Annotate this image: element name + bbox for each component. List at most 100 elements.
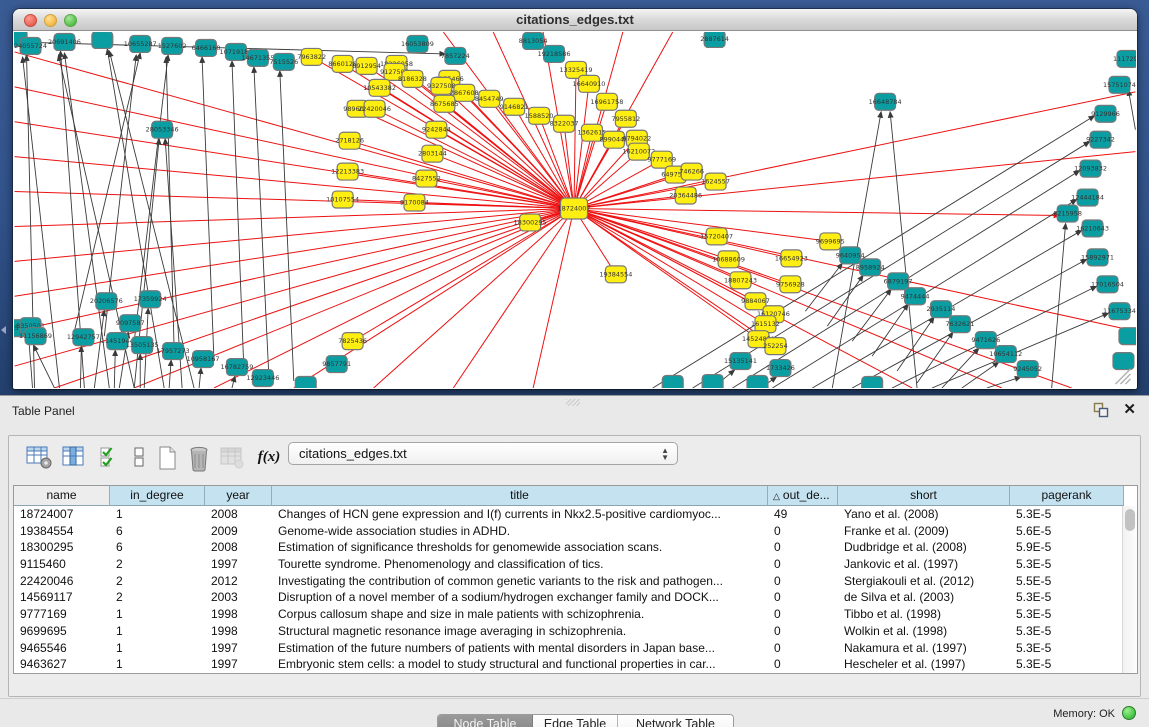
table-cell[interactable]: 1997 (205, 640, 272, 657)
graph-node[interactable]: 16961758 (590, 93, 623, 110)
table-cell[interactable]: 2009 (205, 523, 272, 540)
graph-node[interactable]: 10655287 (124, 35, 157, 52)
table-cell[interactable]: 18724007 (14, 506, 110, 523)
graph-node[interactable]: 8912954 (352, 57, 381, 74)
graph-node[interactable]: 9471626 (971, 332, 1000, 349)
graph-node[interactable]: 2803144 (418, 145, 447, 162)
memory-ok-indicator-icon[interactable] (1122, 706, 1136, 720)
table-cell[interactable]: 19384554 (14, 523, 110, 540)
table-cell[interactable]: 5.3E-5 (1010, 506, 1122, 523)
table-cell[interactable]: 9465546 (14, 640, 110, 657)
graph-node[interactable]: 28053346 (146, 121, 179, 138)
select-rows-check-icon[interactable] (95, 445, 123, 471)
graph-edge-black[interactable] (872, 304, 908, 356)
table-cell[interactable]: 1997 (205, 556, 272, 573)
graph-edge-black[interactable] (693, 142, 1090, 388)
close-panel-icon[interactable]: ✕ (1123, 400, 1136, 418)
graph-node[interactable]: 17016504 (1091, 276, 1124, 293)
graph-node[interactable]: 252254 (763, 338, 788, 355)
table-cell[interactable]: 1 (110, 640, 205, 657)
graph-edge-red[interactable] (15, 209, 574, 332)
graph-node[interactable]: 1733426 (766, 360, 795, 377)
table-cell[interactable]: Tourette syndrome. Phenomenology and cla… (272, 556, 768, 573)
table-cell[interactable]: Jankovic et al. (1997) (838, 556, 1010, 573)
column-header-in_degree[interactable]: in_degree (110, 486, 205, 506)
graph-edge-red[interactable] (533, 209, 574, 388)
column-header-pagerank[interactable]: pagerank (1010, 486, 1124, 506)
graph-edge-red[interactable] (574, 92, 1135, 209)
graph-edge-black[interactable] (94, 310, 104, 388)
table-row[interactable]: 969969511998Structural magnetic resonanc… (14, 623, 1122, 640)
graph-node[interactable]: 8427552 (412, 170, 441, 187)
table-cell[interactable]: 0 (768, 623, 838, 640)
table-row[interactable]: 946554611997Estimation of the future num… (14, 640, 1122, 657)
graph-node[interactable]: 20691406 (48, 33, 81, 50)
graph-edge-red[interactable] (574, 209, 1060, 216)
table-cell[interactable]: 0 (768, 640, 838, 657)
graph-node[interactable]: 2718126 (335, 132, 364, 149)
table-cell[interactable]: 49 (768, 506, 838, 523)
table-cell[interactable]: 5.3E-5 (1010, 640, 1122, 657)
graph-node[interactable]: 7632621 (946, 316, 975, 333)
table-cell[interactable]: Estimation of the future numbers of pati… (272, 640, 768, 657)
float-panel-icon[interactable] (1093, 402, 1109, 418)
table-row[interactable]: 2242004622012Investigating the contribut… (14, 573, 1122, 590)
table-cell[interactable]: 9699695 (14, 623, 110, 640)
graph-edge-red[interactable] (15, 209, 574, 262)
table-cell[interactable]: 6 (110, 539, 205, 556)
graph-edge-black[interactable] (280, 71, 294, 381)
table-cell[interactable]: Investigating the contribution of common… (272, 573, 768, 590)
graph-node[interactable]: 1527602 (158, 37, 187, 54)
table-cell[interactable]: 1 (110, 606, 205, 623)
table-cell[interactable]: Yano et al. (2008) (838, 506, 1010, 523)
table-cell[interactable]: 2012 (205, 573, 272, 590)
graph-node[interactable]: 16782759 (220, 359, 253, 376)
graph-node[interactable]: 2935114 (927, 301, 956, 318)
table-selector-dropdown[interactable]: citations_edges.txt ▲▼ (288, 442, 678, 465)
graph-node[interactable]: 9474444 (901, 288, 930, 305)
table-cell[interactable]: 2008 (205, 506, 272, 523)
table-cell[interactable]: 2 (110, 556, 205, 573)
graph-node[interactable]: 18807243 (724, 272, 757, 289)
graph-edge-black[interactable] (1052, 223, 1066, 388)
table-cell[interactable]: 0 (768, 539, 838, 556)
graph-edge-red[interactable] (574, 84, 589, 209)
function-builder-icon[interactable]: f(x) (255, 445, 283, 471)
graph-node[interactable]: 2887614 (700, 32, 729, 47)
table-cell[interactable]: 14569117 (14, 589, 110, 606)
graph-edge-black[interactable] (805, 263, 842, 311)
graph-node[interactable]: 16654923 (775, 250, 808, 267)
window-resize-grip[interactable] (1120, 374, 1130, 384)
table-cell[interactable]: Wolkin et al. (1998) (838, 623, 1010, 640)
splitter-grip[interactable] (566, 399, 580, 406)
graph-edge-red[interactable] (54, 209, 574, 388)
graph-node[interactable] (1119, 328, 1136, 345)
table-cell[interactable]: 0 (768, 556, 838, 573)
table-cell[interactable]: Structural magnetic resonance image aver… (272, 623, 768, 640)
graph-node[interactable]: 16210643 (1076, 220, 1109, 237)
table-cell[interactable]: 5.3E-5 (1010, 589, 1122, 606)
graph-edge-red[interactable] (574, 209, 791, 259)
table-cell[interactable]: 2 (110, 589, 205, 606)
table-cell[interactable]: 0 (768, 656, 838, 673)
graph-edge-black[interactable] (166, 57, 174, 349)
table-cell[interactable]: 6 (110, 523, 205, 540)
scrollbar-thumb[interactable] (1125, 509, 1135, 531)
graph-node[interactable]: 7857224 (441, 47, 470, 64)
table-cell[interactable]: 9463627 (14, 656, 110, 673)
vertical-scrollbar[interactable] (1122, 506, 1137, 673)
table-cell[interactable]: 0 (768, 606, 838, 623)
graph-edge-red[interactable] (574, 133, 592, 209)
column-header-out_de[interactable]: △out_de... (768, 486, 838, 506)
table-cell[interactable]: 5.6E-5 (1010, 523, 1122, 540)
table-cell[interactable]: Nakamura et al. (1997) (838, 640, 1010, 657)
graph-edge-black[interactable] (114, 350, 115, 388)
column-header-short[interactable]: short (838, 486, 1010, 506)
table-cell[interactable]: 1 (110, 506, 205, 523)
delete-table-icon[interactable] (185, 445, 213, 471)
graph-node[interactable]: 19384554 (599, 266, 632, 283)
table-cell[interactable]: 0 (768, 589, 838, 606)
graph-node[interactable]: 8813054 (519, 32, 548, 49)
graph-node[interactable]: 7955812 (611, 110, 640, 127)
table-cell[interactable]: 1997 (205, 656, 272, 673)
